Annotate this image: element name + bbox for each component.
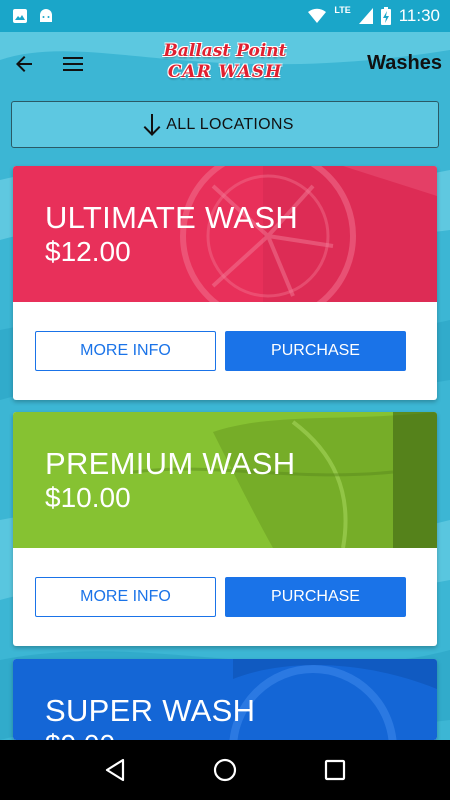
signal-icon [358,8,373,24]
clock: 11:30 [398,6,440,25]
wash-price: $9.00 [45,729,115,740]
location-label: ALL LOCATIONS [166,115,294,133]
arrow-left-icon [16,56,32,72]
purchase-button[interactable]: PURCHASE [225,577,406,617]
notification-icons [12,8,54,24]
system-status: LTE 11:30 [308,5,440,26]
nav-back-button[interactable] [95,750,135,790]
back-button[interactable] [10,48,38,80]
page-title: Washes [367,52,442,74]
nav-home-button[interactable] [205,750,245,790]
arrow-down-icon [143,114,161,136]
battery-charging-icon [380,7,391,25]
logo-line1: Ballast Point [163,41,287,61]
image-icon [13,9,27,23]
wash-name: SUPER WASH [45,693,256,728]
purchase-button[interactable]: PURCHASE [225,331,406,371]
wash-card-header: SUPER WASH $9.00 [13,659,437,740]
wash-price: $12.00 [45,236,131,267]
wifi-icon [308,8,327,23]
nav-recents-button[interactable] [315,750,355,790]
wash-card-ultimate: ULTIMATE WASH $12.00 MORE INFO PURCHASE [13,166,437,400]
more-info-button[interactable]: MORE INFO [35,331,216,371]
wash-card-premium: PREMIUM WASH $10.00 MORE INFO PURCHASE [13,412,437,646]
wash-price: $10.00 [45,482,131,513]
wash-card-header: ULTIMATE WASH $12.00 [13,166,437,302]
wash-card-header: PREMIUM WASH $10.00 [13,412,437,548]
home-circle-icon [213,758,237,782]
recents-square-icon [324,759,346,781]
location-selector[interactable]: ALL LOCATIONS [11,101,439,148]
card-actions: MORE INFO PURCHASE [13,302,437,400]
wash-card-super: SUPER WASH $9.00 [13,659,437,740]
wash-name: ULTIMATE WASH [45,200,299,235]
hamburger-menu-icon [63,57,83,71]
app-bar: Ballast Point CAR WASH Washes [0,32,450,96]
network-type: LTE [334,5,351,15]
brand-logo: Ballast Point CAR WASH [160,40,290,88]
menu-button[interactable] [58,48,88,80]
status-bar: LTE 11:30 [0,0,450,32]
system-nav-bar [0,740,450,800]
card-actions: MORE INFO PURCHASE [13,548,437,646]
wash-name: PREMIUM WASH [45,446,296,481]
logo-line2: CAR WASH [167,62,283,82]
back-triangle-icon [105,758,125,782]
android-icon [40,9,52,22]
more-info-button[interactable]: MORE INFO [35,577,216,617]
